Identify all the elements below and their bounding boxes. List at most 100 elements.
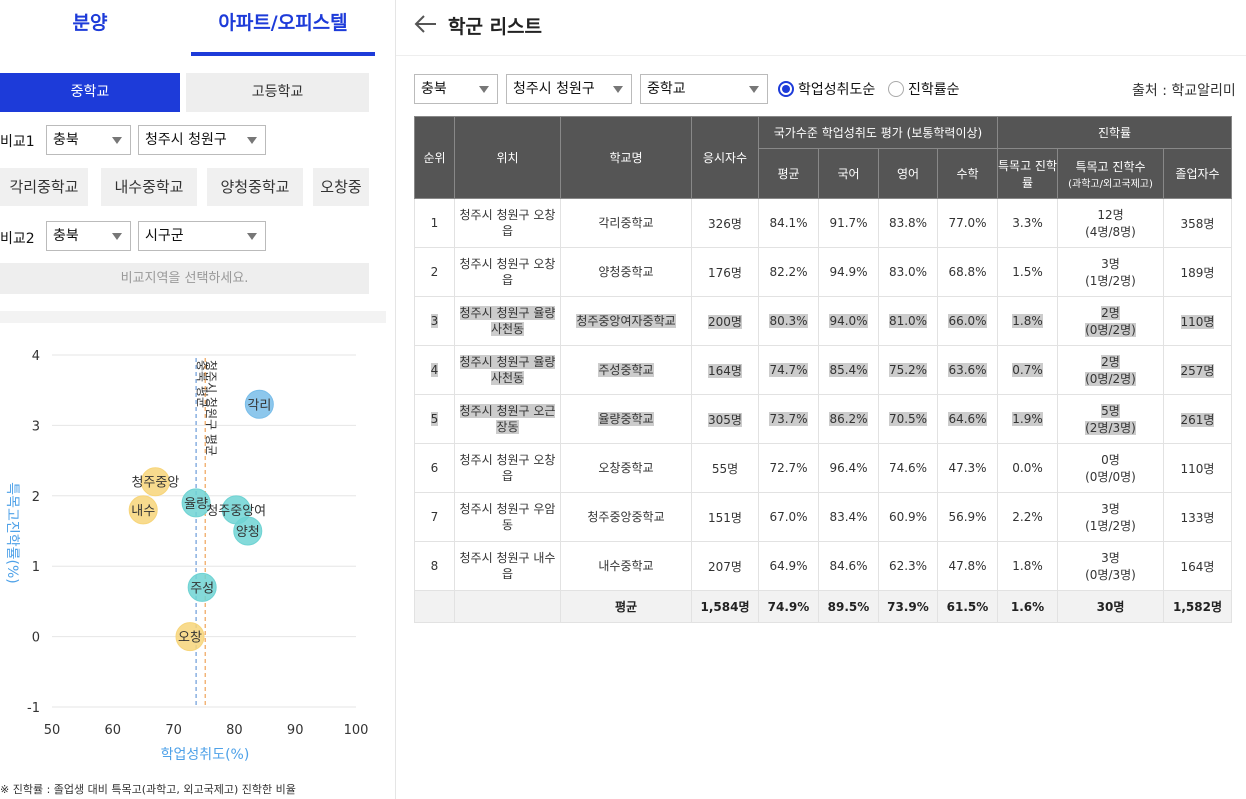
x-tick-label: 90 xyxy=(287,723,304,738)
table-row[interactable]: 3 청주시 청원구 율량사천동 청주중앙여자중학교 200명 80.3% 94.0% 81.… xyxy=(414,296,1232,346)
table-row[interactable]: 7 청주시 청원구 우암동 청주중앙중학교 151명 67.0% 83.4% 60.9% 56… xyxy=(414,492,1232,542)
chevron-down-icon xyxy=(613,86,623,93)
table-cell-examinees: 200명 xyxy=(691,296,759,346)
table-row[interactable]: 1 청주시 청원구 오창읍 각리중학교 326명 84.1% 91.7% 83.8% 77.0… xyxy=(414,198,1232,248)
col-school: 학교명 xyxy=(560,116,692,199)
y-tick-label: 3 xyxy=(32,419,40,434)
scatter-chart: -10123450 60 70 80 90 100학업성취도(%)특목고진학률(%)충북 … xyxy=(4,349,369,763)
table-cell-location: 청주시 청원구 내수읍 xyxy=(454,541,561,591)
average-cell-avg: 74.9% xyxy=(758,590,819,623)
col-group-advance: 진학률 xyxy=(997,116,1232,149)
compare2-district-select[interactable]: 시구군 xyxy=(138,221,266,251)
table-cell-school: 율량중학교 xyxy=(560,394,692,444)
compare1-label: 비교1 xyxy=(0,134,35,150)
compare-notice: 비교지역을 선택하세요. xyxy=(0,263,369,294)
table-cell-korean: 86.2% xyxy=(818,394,879,444)
table-cell-school: 양청중학교 xyxy=(560,247,692,297)
x-axis-label: 학업성취도(%) xyxy=(161,747,250,763)
table-cell-avg: 74.7% xyxy=(758,345,819,395)
table-cell-english: 62.3% xyxy=(878,541,938,591)
table-cell-location: 청주시 청원구 오창읍 xyxy=(454,198,561,248)
tab-sale[interactable]: 분양 xyxy=(40,0,140,56)
school-chip-ochang[interactable]: 오창중 xyxy=(313,168,369,206)
table-cell-location: 청주시 청원구 율량사천동 xyxy=(454,345,561,395)
source-text: 출처 : 학교알리미 xyxy=(1132,83,1236,99)
chevron-down-icon xyxy=(479,86,489,93)
x-tick-label: 80 xyxy=(226,723,243,738)
table-cell-grads: 257명 xyxy=(1163,345,1232,395)
table-cell-examinees: 326명 xyxy=(691,198,759,248)
compare2-label: 비교2 xyxy=(0,231,35,247)
point-label: 양청 xyxy=(236,525,260,540)
table-cell-grads: 110명 xyxy=(1163,443,1232,493)
table-row[interactable]: 5 청주시 청원구 오근장동 율량중학교 305명 73.7% 86.2% 70.5% 64.… xyxy=(414,394,1232,444)
table-cell-english: 60.9% xyxy=(878,492,938,542)
table-cell-math: 77.0% xyxy=(937,198,998,248)
point-label: 청주중앙여 xyxy=(206,504,266,519)
table-cell-grads: 189명 xyxy=(1163,247,1232,297)
table-cell-korean: 84.6% xyxy=(818,541,879,591)
table-cell-korean: 94.0% xyxy=(818,296,879,346)
table-cell-math: 47.3% xyxy=(937,443,998,493)
y-tick-label: 4 xyxy=(32,349,40,364)
col-avg: 평균 xyxy=(758,148,819,199)
sort-achievement-radio[interactable]: 학업성취도순 xyxy=(778,79,875,99)
table-cell-avg: 73.7% xyxy=(758,394,819,444)
table-cell-math: 63.6% xyxy=(937,345,998,395)
table-cell-grads: 110명 xyxy=(1163,296,1232,346)
table-row[interactable]: 4 청주시 청원구 율량사천동 주성중학교 164명 74.7% 85.4% 75.2% 63… xyxy=(414,345,1232,395)
table-cell-avg: 80.3% xyxy=(758,296,819,346)
average-cell-english: 73.9% xyxy=(878,590,938,623)
x-tick-label: 100 xyxy=(344,723,369,738)
chevron-down-icon xyxy=(112,233,122,240)
table-cell-korean: 94.9% xyxy=(818,247,879,297)
compare1-province-select[interactable]: 충북 xyxy=(46,125,131,155)
filter-district-select[interactable]: 청주시 청원구 xyxy=(506,74,632,104)
table-row[interactable]: 6 청주시 청원구 오창읍 오창중학교 55명 72.7% 96.4% 74.6% 47.3%… xyxy=(414,443,1232,493)
table-cell-rank: 4 xyxy=(414,345,455,395)
average-cell-count: 30명 xyxy=(1057,590,1164,623)
middle-school-button[interactable]: 중학교 xyxy=(0,73,180,112)
table-cell-location: 청주시 청원구 율량사천동 xyxy=(454,296,561,346)
y-axis-label: 특목고진학률(%) xyxy=(4,482,20,584)
table-cell-location: 청주시 청원구 오창읍 xyxy=(454,443,561,493)
filter-province-select[interactable]: 충북 xyxy=(414,74,498,104)
table-cell-korean: 91.7% xyxy=(818,198,879,248)
table-cell-rate: 0.7% xyxy=(997,345,1058,395)
col-graduates: 졸업자수 xyxy=(1163,148,1232,199)
top-tabs: 분양 아파트/오피스텔 xyxy=(0,0,396,56)
col-math: 수학 xyxy=(937,148,998,199)
table-cell-examinees: 305명 xyxy=(691,394,759,444)
table-cell-rank: 1 xyxy=(414,198,455,248)
compare1-district-select[interactable]: 청주시 청원구 xyxy=(138,125,266,155)
y-tick-label: 1 xyxy=(32,560,40,575)
school-table: 순위 위치 학교명 응시자수 국가수준 학업성취도 평가 (보통학력이상) 진학… xyxy=(414,116,1232,623)
table-cell-math: 56.9% xyxy=(937,492,998,542)
sort-advance-radio[interactable]: 진학률순 xyxy=(888,79,960,99)
table-cell-math: 68.8% xyxy=(937,247,998,297)
school-chip-gakri[interactable]: 각리중학교 xyxy=(0,168,88,206)
table-cell-school: 청주중앙여자중학교 xyxy=(560,296,692,346)
filter-level-select[interactable]: 중학교 xyxy=(640,74,768,104)
compare2-province-select[interactable]: 충북 xyxy=(46,221,131,251)
col-special-count: 특목고 진학수 (과학고/외고국제고) xyxy=(1057,148,1164,199)
table-cell-count: 12명 (4명/8명) xyxy=(1057,198,1164,248)
table-row[interactable]: 8 청주시 청원구 내수읍 내수중학교 207명 64.9% 84.6% 62.3% 47.8… xyxy=(414,541,1232,591)
table-cell-grads: 358명 xyxy=(1163,198,1232,248)
back-arrow-icon[interactable] xyxy=(412,10,440,38)
table-cell-rate: 3.3% xyxy=(997,198,1058,248)
tab-apartment[interactable]: 아파트/오피스텔 xyxy=(191,0,375,56)
table-cell-count: 3명 (1명/2명) xyxy=(1057,492,1164,542)
table-cell-english: 83.8% xyxy=(878,198,938,248)
school-chip-yangcheong[interactable]: 양청중학교 xyxy=(207,168,303,206)
school-chip-naesu[interactable]: 내수중학교 xyxy=(101,168,197,206)
high-school-button[interactable]: 고등학교 xyxy=(186,73,369,112)
table-cell-grads: 133명 xyxy=(1163,492,1232,542)
table-cell-rank: 8 xyxy=(414,541,455,591)
point-label: 율량 xyxy=(184,497,208,512)
table-cell-count: 2명 (0명/2명) xyxy=(1057,296,1164,346)
table-row[interactable]: 2 청주시 청원구 오창읍 양청중학교 176명 82.2% 94.9% 83.0% 68.8… xyxy=(414,247,1232,297)
table-cell-rate: 2.2% xyxy=(997,492,1058,542)
y-tick-label: 2 xyxy=(32,490,40,505)
average-cell-korean: 89.5% xyxy=(818,590,879,623)
